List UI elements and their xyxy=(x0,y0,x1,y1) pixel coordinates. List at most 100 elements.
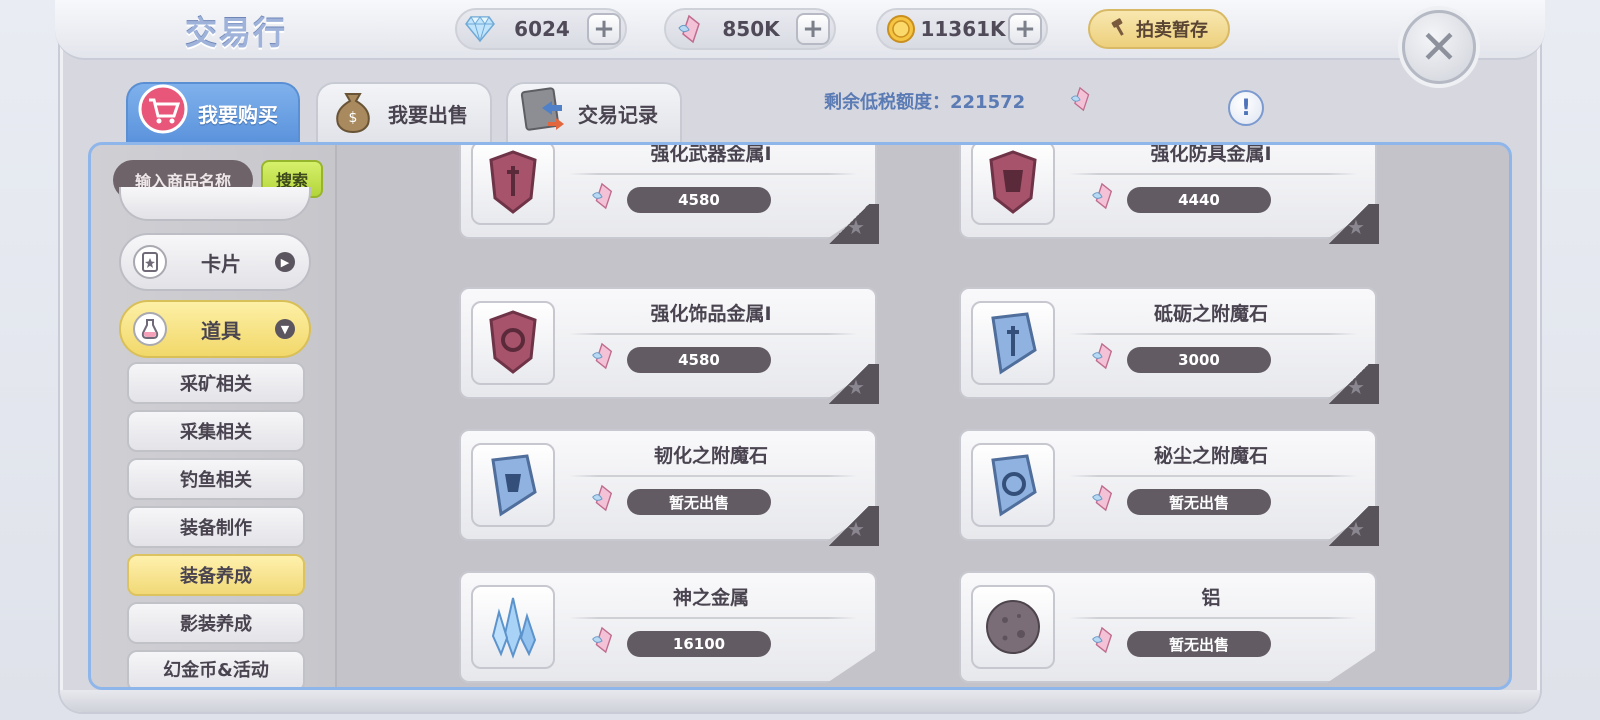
feather-crystal-icon xyxy=(1089,341,1115,377)
tab-buy-label: 我要购买 xyxy=(198,102,278,127)
auction-storage-label: 拍卖暂存 xyxy=(1136,20,1208,41)
window-frame-bottom xyxy=(60,690,1540,712)
favorite-star-icon[interactable]: ★ xyxy=(1347,517,1365,541)
item-name: 铝 xyxy=(1201,587,1221,609)
item-name: 强化饰品金属Ⅰ xyxy=(650,303,772,325)
item-price: 4580 xyxy=(627,347,771,373)
card-icon xyxy=(133,245,167,279)
auction-storage-button[interactable]: 拍卖暂存 xyxy=(1088,9,1230,49)
feather-crystal-icon xyxy=(589,625,615,661)
item-divider xyxy=(569,475,857,477)
favorite-star-icon[interactable]: ★ xyxy=(1347,375,1365,399)
subcategory-gathering[interactable]: 采集相关 xyxy=(127,410,305,452)
chevron-down-icon: ▼ xyxy=(275,319,295,339)
currency-value: 11361K xyxy=(920,17,1006,41)
feather-crystal-icon xyxy=(1089,483,1115,519)
blue-sword-stone-icon xyxy=(971,301,1055,385)
item-price: 16100 xyxy=(627,631,771,657)
gold-coin-icon xyxy=(884,12,918,46)
tab-sell[interactable]: $ 我要出售 xyxy=(316,82,492,142)
diamond-icon xyxy=(463,12,497,46)
item-price: 暂无出售 xyxy=(1127,489,1271,515)
chevron-right-icon: ▶ xyxy=(275,252,295,272)
red-sword-shield-icon xyxy=(471,145,555,225)
subcategory-events[interactable]: 幻金币&活动 xyxy=(127,650,305,687)
add-diamond-button[interactable]: + xyxy=(587,13,621,45)
svg-text:$: $ xyxy=(349,110,358,126)
item-divider xyxy=(569,617,857,619)
item-divider xyxy=(1069,475,1357,477)
category-label: 道具 xyxy=(201,318,241,343)
money-bag-icon: $ xyxy=(324,80,382,138)
tab-records-label: 交易记录 xyxy=(578,102,658,127)
item-card[interactable]: 强化武器金属Ⅰ 4580 xyxy=(459,145,877,239)
item-card[interactable]: 铝 暂无出售 xyxy=(959,571,1377,683)
red-ring-shield-icon xyxy=(471,301,555,385)
item-name: 秘尘之附魔石 xyxy=(1153,445,1268,467)
page-title: 交易行 xyxy=(185,14,288,52)
feather-crystal-icon xyxy=(589,181,615,217)
item-price: 4440 xyxy=(1127,187,1271,213)
tab-sell-label: 我要出售 xyxy=(388,102,468,127)
item-card[interactable]: 秘尘之附魔石 暂无出售 xyxy=(959,429,1377,541)
tab-records[interactable]: 交易记录 xyxy=(506,82,682,142)
item-grid: 强化武器金属Ⅰ 4580 ★ 强化防具金属Ⅰ 4440 ★ 强化饰品金属Ⅰ 45… xyxy=(337,145,1509,687)
ore-stone-icon xyxy=(971,585,1055,669)
item-card[interactable]: 韧化之附魔石 暂无出售 xyxy=(459,429,877,541)
hammer-icon xyxy=(1110,17,1130,42)
item-divider xyxy=(1069,173,1357,175)
item-card[interactable]: 砥砺之附魔石 3000 xyxy=(959,287,1377,399)
category-partial[interactable] xyxy=(119,187,311,221)
subcategory-fishing[interactable]: 钓鱼相关 xyxy=(127,458,305,500)
item-divider xyxy=(569,173,857,175)
item-divider xyxy=(1069,333,1357,335)
favorite-star-icon[interactable]: ★ xyxy=(1347,215,1365,239)
subcategory-enhancement[interactable]: 装备养成 xyxy=(127,554,305,596)
feather-crystal-icon xyxy=(589,341,615,377)
item-divider xyxy=(1069,617,1357,619)
add-crystal-button[interactable]: + xyxy=(796,13,830,45)
currency-value: 850K xyxy=(722,17,780,41)
blue-ring-stone-icon xyxy=(971,443,1055,527)
ledger-icon xyxy=(514,80,572,138)
category-sidebar: 输入商品名称 搜索 卡片 ▶ 道具 ▼ 采矿相关 采集相关 钓鱼相关 装备制作 … xyxy=(91,145,337,687)
item-price: 暂无出售 xyxy=(1127,631,1271,657)
currency-value: 6024 xyxy=(514,17,570,41)
item-name: 神之金属 xyxy=(672,587,749,609)
currency-gold: 11361K + xyxy=(876,8,1048,50)
add-gold-button[interactable]: + xyxy=(1008,13,1042,45)
potion-icon xyxy=(133,312,167,346)
favorite-star-icon[interactable]: ★ xyxy=(847,517,865,541)
item-name: 强化武器金属Ⅰ xyxy=(650,145,772,165)
blue-armor-stone-icon xyxy=(471,443,555,527)
item-card[interactable]: 强化防具金属Ⅰ 4440 xyxy=(959,145,1377,239)
close-button[interactable]: ✕ xyxy=(1402,10,1476,84)
info-button[interactable]: ! xyxy=(1228,90,1264,126)
feather-crystal-icon xyxy=(1089,625,1115,661)
subcategory-crafting[interactable]: 装备制作 xyxy=(127,506,305,548)
item-name: 砥砺之附魔石 xyxy=(1153,303,1268,325)
subcategory-mining[interactable]: 采矿相关 xyxy=(127,362,305,404)
category-label: 卡片 xyxy=(201,251,241,276)
item-name: 韧化之附魔石 xyxy=(653,445,768,467)
currency-diamond: 6024 + xyxy=(455,8,627,50)
item-price: 3000 xyxy=(1127,347,1271,373)
item-card[interactable]: 强化饰品金属Ⅰ 4580 xyxy=(459,287,877,399)
subcategory-shadow-gear[interactable]: 影装养成 xyxy=(127,602,305,644)
item-price: 4580 xyxy=(627,187,771,213)
market-panel: 输入商品名称 搜索 卡片 ▶ 道具 ▼ 采矿相关 采集相关 钓鱼相关 装备制作 … xyxy=(88,142,1512,690)
shopping-cart-icon xyxy=(134,80,192,138)
favorite-star-icon[interactable]: ★ xyxy=(847,215,865,239)
item-divider xyxy=(569,333,857,335)
feather-crystal-icon xyxy=(589,483,615,519)
low-tax-quota-text: 剩余低税额度：221572 xyxy=(824,92,1026,113)
crystal-cluster-icon xyxy=(471,585,555,669)
feather-crystal-icon xyxy=(1089,181,1115,217)
item-card[interactable]: 神之金属 16100 xyxy=(459,571,877,683)
favorite-star-icon[interactable]: ★ xyxy=(847,375,865,399)
feather-crystal-icon xyxy=(672,12,706,46)
category-items[interactable]: 道具 ▼ xyxy=(119,300,311,358)
red-armor-shield-icon xyxy=(971,145,1055,225)
tab-buy[interactable]: 我要购买 xyxy=(126,82,300,142)
category-card[interactable]: 卡片 ▶ xyxy=(119,233,311,291)
